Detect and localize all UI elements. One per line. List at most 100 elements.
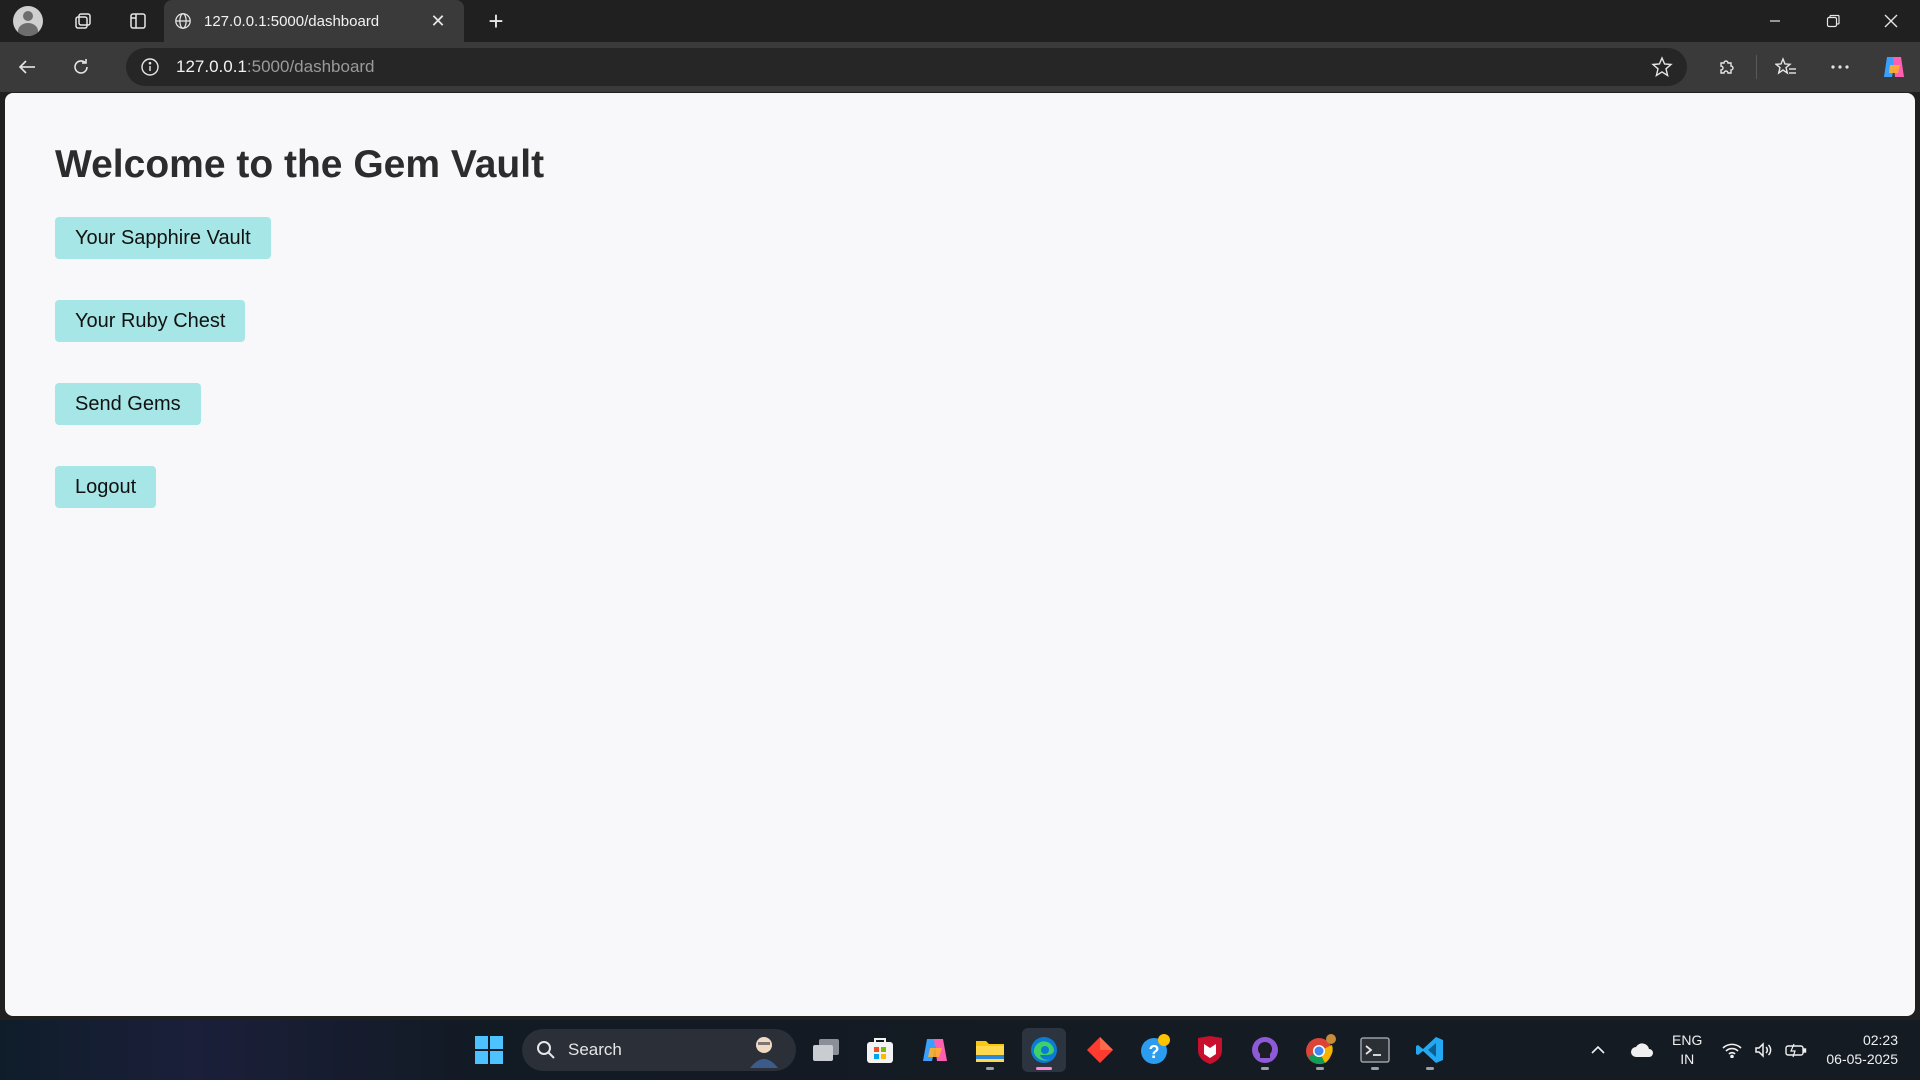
- mcafee-button[interactable]: [1188, 1028, 1232, 1072]
- toolbar-right: [1700, 42, 1920, 92]
- extensions-button[interactable]: [1700, 42, 1754, 92]
- task-view-icon: [813, 1039, 839, 1061]
- language-region: IN: [1680, 1051, 1695, 1067]
- close-window-button[interactable]: [1862, 0, 1920, 42]
- wifi-button[interactable]: [1718, 1042, 1746, 1058]
- cloud-icon: [1631, 1043, 1654, 1057]
- vertical-tabs-button[interactable]: [110, 0, 165, 42]
- microsoft-store-button[interactable]: [858, 1028, 902, 1072]
- terminal-icon: [1360, 1037, 1390, 1063]
- back-arrow-icon: [18, 60, 35, 74]
- profile-avatar-icon: [12, 6, 43, 36]
- window-controls: [1746, 0, 1920, 42]
- address-bar[interactable]: 127.0.0.1:5000/dashboard: [126, 48, 1687, 86]
- chrome-icon: [1306, 1034, 1336, 1065]
- github-icon: [1252, 1037, 1278, 1063]
- favorite-star-icon[interactable]: [1651, 56, 1673, 78]
- start-button[interactable]: [467, 1028, 511, 1072]
- onedrive-button[interactable]: [1628, 1042, 1656, 1058]
- edge-button[interactable]: [1022, 1028, 1066, 1072]
- profile-button[interactable]: [0, 0, 55, 42]
- toolbar-divider: [1756, 55, 1757, 79]
- puzzle-icon: [1720, 60, 1734, 74]
- windows-logo-icon: [475, 1036, 503, 1064]
- windows-taskbar: Search ? ENG IN 02:23 06-05-2025: [0, 1020, 1920, 1080]
- url-text[interactable]: 127.0.0.1:5000/dashboard: [176, 57, 1651, 77]
- copilot-app-icon: [923, 1039, 947, 1061]
- search-icon: [537, 1041, 555, 1059]
- ruby-chest-button[interactable]: Your Ruby Chest: [55, 300, 246, 342]
- send-gems-button[interactable]: Send Gems: [55, 383, 201, 425]
- wifi-icon: [1722, 1043, 1742, 1058]
- clock-date: 06-05-2025: [1826, 1051, 1898, 1067]
- running-indicator: [1316, 1067, 1324, 1070]
- vertical-tabs-icon: [129, 13, 146, 29]
- chevron-up-icon: [1591, 1045, 1605, 1054]
- clock[interactable]: 02:23 06-05-2025: [1826, 1031, 1898, 1069]
- app-red-diamond-button[interactable]: [1078, 1028, 1122, 1072]
- minimize-icon: [1770, 20, 1780, 22]
- copilot-app-button[interactable]: [913, 1028, 957, 1072]
- copilot-icon: [1884, 57, 1904, 77]
- system-tray: ENG IN 02:23 06-05-2025: [1582, 1020, 1920, 1080]
- running-indicator: [986, 1067, 994, 1070]
- red-diamond-icon: [1087, 1037, 1113, 1063]
- favorites-list-icon: [1775, 57, 1796, 75]
- close-tab-icon[interactable]: ✕: [426, 11, 450, 32]
- copilot-button[interactable]: [1867, 42, 1920, 92]
- volume-button[interactable]: [1750, 1042, 1778, 1058]
- terminal-button[interactable]: [1353, 1028, 1397, 1072]
- show-hidden-icons-button[interactable]: [1584, 1045, 1612, 1055]
- folder-icon: [976, 1041, 1004, 1062]
- browser-title-bar: 127.0.0.1:5000/dashboard ✕ +: [0, 0, 1920, 42]
- url-path: :5000/dashboard: [246, 57, 375, 76]
- settings-more-button[interactable]: [1813, 42, 1867, 92]
- running-indicator: [1426, 1067, 1434, 1070]
- vscode-button[interactable]: [1408, 1028, 1452, 1072]
- logout-button[interactable]: Logout: [55, 466, 157, 508]
- refresh-button[interactable]: [54, 42, 108, 92]
- file-explorer-button[interactable]: [968, 1028, 1012, 1072]
- back-button[interactable]: [0, 42, 54, 92]
- svg-text:?: ?: [1149, 1042, 1160, 1062]
- more-dots-icon: [1831, 65, 1849, 69]
- running-indicator: [1371, 1067, 1379, 1070]
- sapphire-vault-button[interactable]: Your Sapphire Vault: [55, 217, 271, 259]
- globe-icon: [175, 13, 191, 29]
- edge-icon: [1031, 1037, 1057, 1063]
- chrome-button[interactable]: [1298, 1028, 1342, 1072]
- refresh-icon: [74, 59, 88, 74]
- page-viewport: Welcome to the Gem Vault Your Sapphire V…: [5, 93, 1915, 1016]
- vscode-icon: [1416, 1037, 1443, 1063]
- workspaces-icon: [74, 13, 91, 29]
- get-help-button[interactable]: ?: [1133, 1028, 1177, 1072]
- battery-button[interactable]: [1782, 1042, 1810, 1058]
- language-code: ENG: [1672, 1032, 1703, 1048]
- browser-tab-active[interactable]: 127.0.0.1:5000/dashboard ✕: [164, 0, 464, 42]
- taskbar-search[interactable]: Search: [522, 1029, 796, 1071]
- help-icon: ?: [1141, 1034, 1170, 1064]
- search-label: Search: [568, 1040, 622, 1059]
- restore-button[interactable]: [1804, 0, 1862, 42]
- url-host: 127.0.0.1: [176, 57, 247, 76]
- clock-time: 02:23: [1862, 1032, 1898, 1048]
- github-desktop-button[interactable]: [1243, 1028, 1287, 1072]
- search-highlight-icon: [750, 1037, 778, 1068]
- tab-title: 127.0.0.1:5000/dashboard: [204, 12, 380, 30]
- battery-icon: [1785, 1043, 1807, 1058]
- active-indicator: [1036, 1067, 1052, 1070]
- running-indicator: [1261, 1067, 1269, 1070]
- site-info-icon[interactable]: [140, 57, 160, 77]
- browser-toolbar: 127.0.0.1:5000/dashboard: [0, 42, 1920, 92]
- mcafee-shield-icon: [1198, 1036, 1222, 1064]
- store-icon: [867, 1038, 893, 1063]
- favorites-button[interactable]: [1759, 42, 1813, 92]
- task-view-button[interactable]: [804, 1028, 848, 1072]
- minimize-button[interactable]: [1746, 0, 1804, 42]
- close-window-icon: [1884, 14, 1898, 28]
- input-language-indicator[interactable]: ENG IN: [1672, 1031, 1702, 1069]
- page-title: Welcome to the Gem Vault: [55, 143, 545, 186]
- workspaces-button[interactable]: [55, 0, 110, 42]
- new-tab-button[interactable]: +: [476, 0, 516, 42]
- restore-icon: [1826, 14, 1840, 28]
